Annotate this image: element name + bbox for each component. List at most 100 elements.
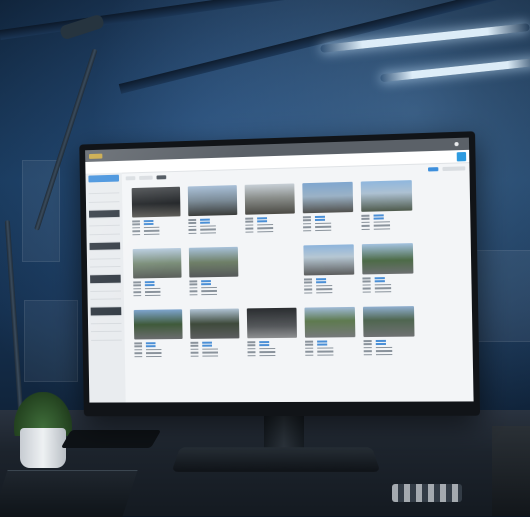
meta-value: [316, 288, 332, 290]
meta-value: [201, 280, 211, 282]
meta-value: [316, 292, 332, 294]
sidebar-list: [86, 185, 125, 340]
toolbar-chip[interactable]: [126, 176, 136, 180]
plant-pot: [20, 428, 66, 468]
meta-value: [376, 350, 392, 352]
meta-value: [145, 284, 155, 286]
binder-clips: [392, 484, 462, 502]
photo-thumbnail[interactable]: [188, 185, 238, 216]
meta-label: [247, 348, 255, 350]
toolbar-chip[interactable]: [157, 175, 167, 179]
meta-label: [191, 352, 199, 354]
meta-label: [248, 355, 256, 357]
meta-label: [361, 218, 369, 220]
meta-label: [363, 284, 371, 286]
meta-label: [190, 342, 198, 344]
toolbar-chip[interactable]: [428, 167, 438, 171]
meta-label: [362, 228, 370, 230]
meta-value: [200, 229, 216, 231]
photo-thumbnail[interactable]: [363, 306, 415, 337]
meta-value: [376, 354, 392, 356]
photo-thumbnail[interactable]: [303, 244, 354, 275]
meta-label: [304, 289, 312, 291]
photo-thumbnail[interactable]: [302, 182, 353, 214]
meta-value: [202, 345, 212, 347]
meta-label: [134, 352, 142, 354]
photo-card[interactable]: [298, 182, 358, 250]
meta-value: [259, 348, 275, 350]
office-background: [0, 0, 530, 516]
photo-thumbnail[interactable]: [304, 307, 355, 338]
grid-view-icon[interactable]: [457, 152, 467, 161]
toolbar-chip[interactable]: [442, 166, 465, 171]
meta-label: [362, 225, 370, 227]
meta-label: [132, 220, 140, 222]
meta-value: [257, 221, 267, 223]
photo-thumbnail[interactable]: [132, 187, 181, 218]
meta-label: [132, 234, 140, 236]
meta-value: [317, 354, 333, 356]
photo-card[interactable]: [359, 306, 419, 373]
photo-card[interactable]: [300, 307, 360, 374]
photo-thumbnail[interactable]: [245, 183, 295, 214]
photo-thumbnail[interactable]: [362, 243, 414, 274]
meta-value: [375, 287, 391, 289]
photo-card[interactable]: [185, 247, 243, 314]
photo-card[interactable]: [184, 185, 242, 252]
photo-thumbnail[interactable]: [189, 247, 239, 278]
user-icon[interactable]: [454, 142, 458, 146]
meta-value: [201, 294, 217, 296]
photo-thumbnail[interactable]: [361, 180, 413, 212]
meta-value: [202, 352, 218, 354]
photo-card[interactable]: [243, 308, 302, 375]
photo-card[interactable]: [186, 308, 244, 374]
photo-card[interactable]: [241, 183, 300, 250]
sidebar: [85, 173, 125, 403]
meta-label: [247, 341, 255, 343]
meta-label: [364, 354, 372, 356]
photo-thumbnail[interactable]: [247, 308, 297, 339]
meta-value: [144, 223, 154, 225]
photo-card[interactable]: [129, 248, 186, 314]
meta-label: [133, 281, 141, 283]
toolbar-chip[interactable]: [139, 176, 153, 180]
meta-value: [257, 217, 267, 219]
sidebar-item[interactable]: [91, 332, 122, 340]
photo-thumbnail[interactable]: [133, 248, 182, 279]
meta-value: [374, 214, 384, 216]
meta-label: [189, 232, 197, 234]
photo-thumbnail[interactable]: [190, 309, 240, 339]
sidebar-active-item[interactable]: [88, 175, 119, 183]
photo-grid: [128, 179, 470, 403]
meta-label: [303, 220, 311, 222]
meta-value: [146, 342, 156, 344]
meta-value: [375, 291, 391, 293]
monitor-base: [172, 447, 381, 472]
meta-value: [375, 281, 385, 283]
meta-label: [190, 294, 198, 296]
desk-device: [492, 426, 530, 516]
meta-label: [133, 288, 141, 290]
meta-label: [189, 229, 197, 231]
meta-label: [132, 224, 140, 226]
meta-label: [134, 346, 142, 348]
photo-card[interactable]: [128, 187, 185, 253]
photo-thumbnail[interactable]: [134, 309, 183, 339]
meta-label: [191, 355, 199, 357]
meta-value: [146, 356, 161, 358]
meta-label: [364, 347, 372, 349]
meta-value: [376, 343, 386, 345]
photo-card[interactable]: [357, 180, 417, 248]
meta-label: [364, 343, 372, 345]
meta-value: [259, 355, 275, 357]
meta-value: [259, 341, 269, 343]
photo-card[interactable]: [130, 309, 187, 375]
app-logo[interactable]: [89, 153, 102, 158]
window-panel: [24, 300, 78, 382]
meta-value: [200, 232, 216, 234]
photo-card[interactable]: [358, 243, 418, 311]
photo-card[interactable]: [299, 244, 359, 311]
meta-label: [303, 216, 311, 218]
meta-label: [303, 230, 311, 232]
meta-value: [200, 222, 210, 224]
